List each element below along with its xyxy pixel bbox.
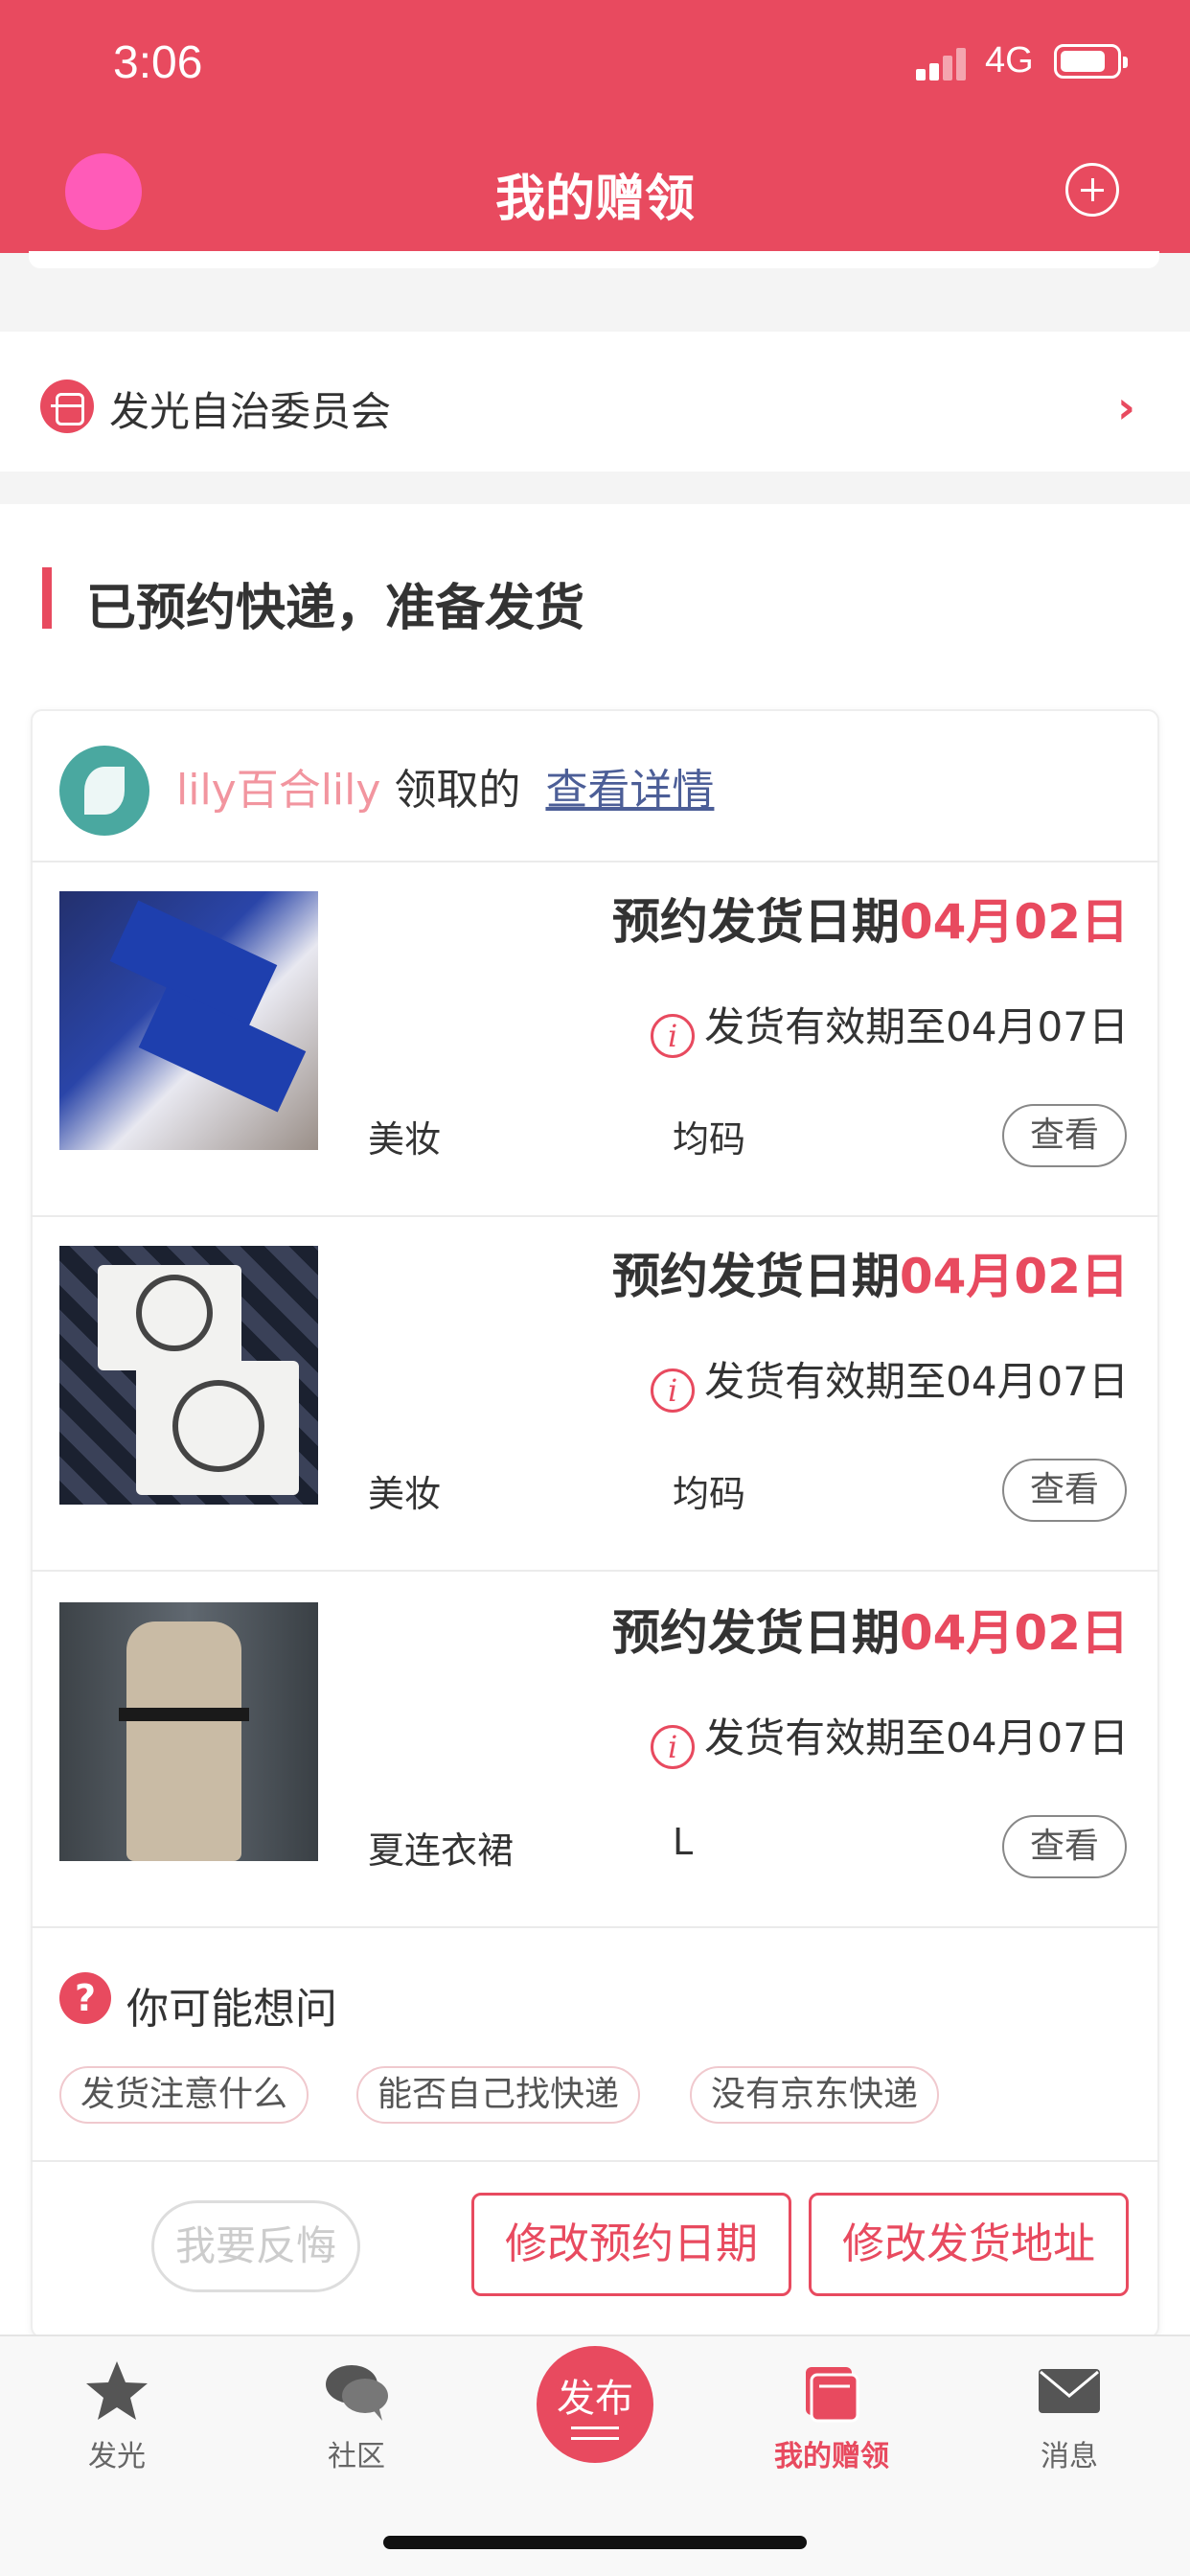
- ship-date: 04月02日: [899, 1605, 1129, 1661]
- signal-icon: [916, 46, 970, 80]
- divider: [31, 1215, 1159, 1217]
- view-button[interactable]: 查看: [1002, 1815, 1127, 1878]
- ship-date-line: 预约发货日期04月02日: [611, 1249, 1129, 1304]
- ship-date: 04月02日: [899, 894, 1129, 950]
- faq-tag[interactable]: 发货注意什么: [59, 2066, 309, 2124]
- item-size: 均码: [673, 1473, 746, 1515]
- ship-date: 04月02日: [899, 1249, 1129, 1304]
- item-size: L: [673, 1821, 694, 1863]
- status-time: 3:06: [113, 37, 203, 88]
- divider: [31, 1926, 1159, 1928]
- network-type: 4G: [985, 40, 1034, 80]
- valid-until: i 发货有效期至04月07日: [651, 1706, 1129, 1769]
- item-image[interactable]: [59, 1246, 318, 1505]
- valid-until: i 发货有效期至04月07日: [651, 995, 1129, 1058]
- giver-name[interactable]: lily百合lily: [176, 766, 380, 815]
- tab-my-gifts[interactable]: 我的赠领: [755, 2358, 908, 2474]
- item-image[interactable]: [59, 891, 318, 1150]
- ship-date-line: 预约发货日期04月02日: [611, 894, 1129, 950]
- tab-messages[interactable]: 消息: [993, 2358, 1146, 2474]
- app-header: 3:06 4G 我的赠领: [0, 0, 1190, 253]
- view-button[interactable]: 查看: [1002, 1459, 1127, 1522]
- section-accent-bar: [42, 567, 52, 629]
- committee-icon: [40, 380, 94, 433]
- tab-label: 我的赠领: [774, 2440, 889, 2473]
- tab-label: 社区: [328, 2440, 385, 2473]
- divider: [31, 2160, 1159, 2162]
- star-icon: [83, 2358, 150, 2425]
- chat-icon: [323, 2358, 390, 2425]
- publish-label: 发布: [557, 2377, 633, 2421]
- tab-label: 消息: [1041, 2440, 1098, 2473]
- tab-community[interactable]: 社区: [280, 2358, 433, 2474]
- faq-tag[interactable]: 能否自己找快递: [356, 2066, 641, 2124]
- change-date-button[interactable]: 修改预约日期: [471, 2193, 791, 2296]
- home-indicator: [383, 2536, 807, 2549]
- change-address-button[interactable]: 修改发货地址: [809, 2193, 1129, 2296]
- menu-lines-icon: [571, 2426, 619, 2440]
- wallet-icon: [798, 2358, 865, 2425]
- item-category: 美妆: [368, 1118, 442, 1161]
- ship-date-line: 预约发货日期04月02日: [611, 1605, 1129, 1661]
- committee-label: 发光自治委员会: [109, 388, 392, 435]
- publish-button[interactable]: 发布: [537, 2346, 653, 2463]
- valid-until: i 发货有效期至04月07日: [651, 1349, 1129, 1413]
- section-title: 已预约快递，准备发货: [86, 580, 585, 637]
- faq-tag[interactable]: 没有京东快递: [690, 2066, 940, 2124]
- giver-line: lily百合lily 领取的 查看详情: [176, 755, 714, 816]
- item-image[interactable]: [59, 1602, 318, 1861]
- item-size: 均码: [673, 1118, 746, 1161]
- item-category: 夏连衣裙: [368, 1829, 515, 1872]
- page-title: 我的赠领: [494, 171, 695, 228]
- regret-button[interactable]: 我要反悔: [151, 2200, 360, 2292]
- info-icon: i: [651, 1725, 696, 1769]
- item-category: 美妆: [368, 1473, 442, 1515]
- add-icon[interactable]: [1065, 163, 1119, 217]
- committee-row[interactable]: 发光自治委员会 ›: [0, 332, 1190, 472]
- tab-glow[interactable]: 发光: [40, 2358, 194, 2474]
- faq-title: 你可能想问: [126, 1985, 337, 2034]
- info-icon: i: [651, 1014, 696, 1058]
- view-button[interactable]: 查看: [1002, 1104, 1127, 1167]
- battery-icon: [1054, 44, 1128, 79]
- divider: [31, 1570, 1159, 1572]
- divider: [31, 861, 1159, 862]
- info-icon: i: [651, 1368, 696, 1413]
- question-icon: ?: [59, 1972, 111, 2024]
- claim-text: 领取的: [394, 766, 521, 815]
- chevron-right-icon: ›: [1117, 381, 1135, 433]
- giver-avatar[interactable]: [59, 746, 149, 836]
- top-card-edge: [29, 251, 1159, 268]
- mail-icon: [1036, 2358, 1103, 2425]
- detail-link[interactable]: 查看详情: [545, 766, 714, 815]
- tab-label: 发光: [88, 2440, 146, 2473]
